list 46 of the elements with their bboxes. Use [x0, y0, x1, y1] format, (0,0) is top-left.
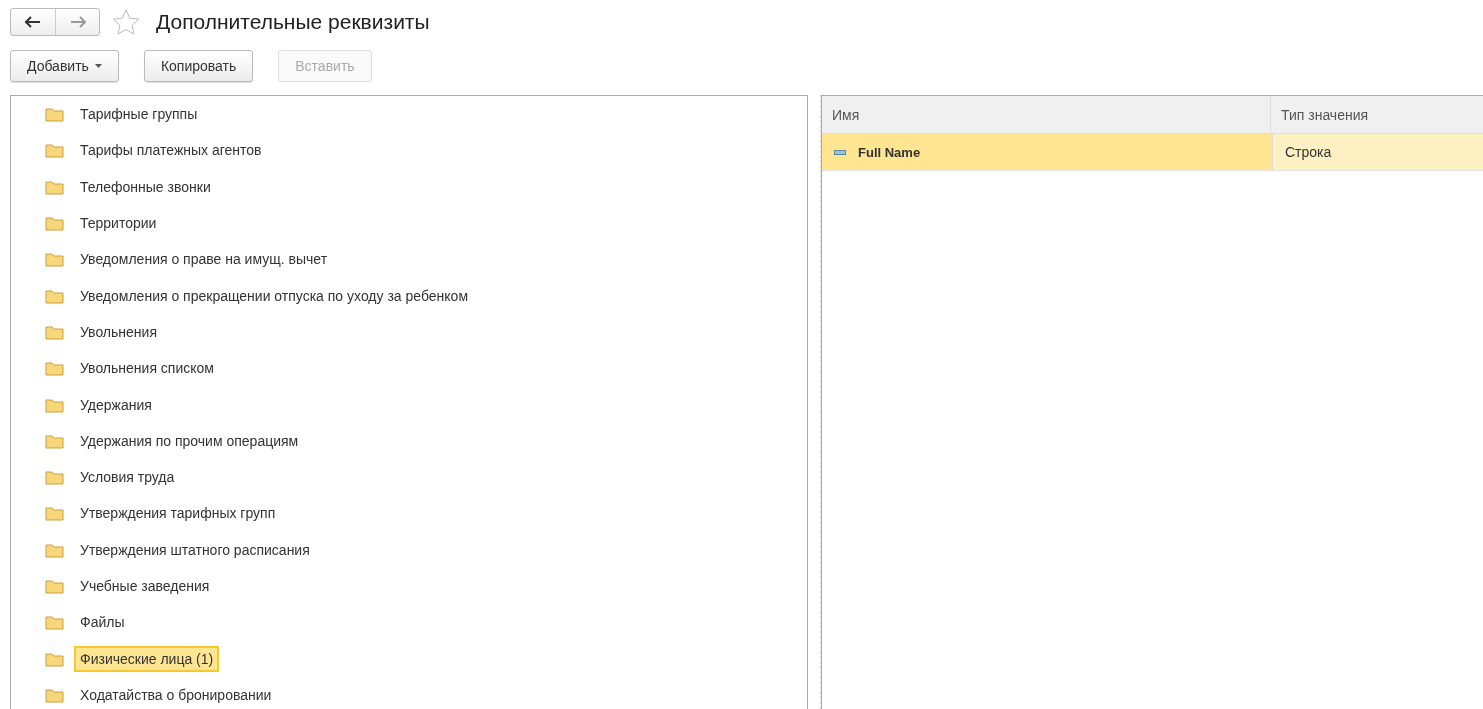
folder-icon [45, 142, 64, 159]
folder-icon [45, 360, 64, 377]
attribute-name: Full Name [858, 144, 921, 160]
folder-icon [45, 505, 64, 522]
caret-icon [94, 64, 102, 68]
folder-icon [45, 614, 64, 631]
column-header[interactable]: Тип значения [1271, 96, 1483, 133]
tree-item[interactable]: Уведомления о прекращении отпуска по уходу за ребенком [74, 282, 474, 309]
right-arrow-icon [69, 16, 86, 28]
window-title: Дополнительные реквизиты [156, 10, 430, 34]
table-cell: Строка [1273, 134, 1483, 170]
tree-item[interactable]: Физические лица (1) [74, 645, 220, 672]
tree-item[interactable]: Удержания по прочим операциям [74, 427, 305, 454]
folder-icon [45, 686, 64, 703]
tree-item[interactable]: Учебные заведения [74, 573, 216, 599]
folder-icon [45, 650, 64, 667]
folder-icon [45, 578, 64, 594]
folder-icon [45, 323, 64, 340]
folder-icon [45, 469, 64, 486]
folder-icon [45, 396, 64, 413]
tree-item[interactable]: Файлы [74, 609, 131, 636]
folder-icon [45, 178, 64, 195]
star-icon[interactable] [112, 9, 140, 35]
tree-item[interactable]: Телефонные звонки [74, 173, 217, 200]
tree-item[interactable]: Увольнения [74, 318, 163, 345]
tree-item[interactable]: Утверждения тарифных групп [74, 500, 282, 527]
left-arrow-icon [25, 16, 41, 28]
tree-item[interactable]: Удержания [74, 391, 158, 418]
toolbar-button[interactable]: Копировать [143, 50, 254, 82]
tree-item[interactable]: Территории [74, 210, 163, 237]
folder-icon [45, 432, 64, 449]
folder-icon [45, 106, 64, 123]
folder-icon [45, 251, 64, 268]
tree-item[interactable]: Ходатайства о бронировании [74, 681, 278, 708]
folder-icon [45, 541, 64, 558]
attribute-icon [834, 149, 846, 155]
folder-icon [45, 215, 64, 232]
column-header[interactable]: Имя [822, 96, 1271, 133]
tree-item[interactable]: Утверждения штатного расписания [74, 536, 316, 563]
tree-item[interactable]: Тарифные группы [74, 101, 204, 128]
tree-item[interactable]: Увольнения списком [74, 355, 220, 382]
tree-item[interactable]: Тарифы платежных агентов [74, 137, 268, 164]
folder-icon [45, 287, 64, 304]
tree-item[interactable]: Условия труда [74, 464, 181, 491]
toolbar-button[interactable]: Добавить [10, 50, 119, 82]
tree-item[interactable]: Уведомления о праве на имущ. вычет [74, 246, 334, 273]
